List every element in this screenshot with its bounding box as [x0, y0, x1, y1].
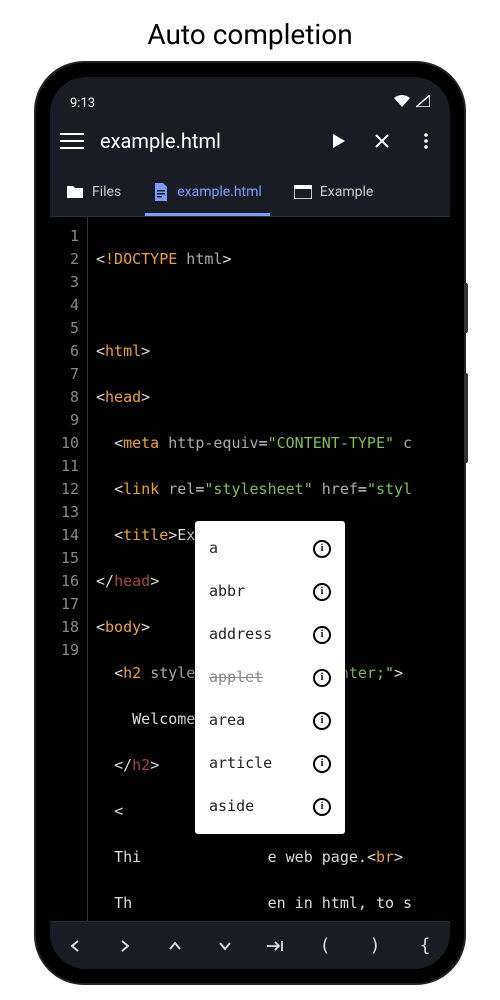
info-icon[interactable]: i — [313, 798, 331, 816]
clock: 9:13 — [70, 96, 95, 111]
line-number: 9 — [50, 409, 79, 432]
tab-key-icon[interactable] — [253, 924, 297, 968]
autocomplete-label: area — [209, 709, 245, 732]
tab-example-html[interactable]: example.html — [137, 167, 278, 216]
run-button[interactable] — [324, 127, 352, 155]
tab-files[interactable]: Files — [50, 167, 137, 216]
page-heading: Auto completion — [0, 0, 500, 63]
autocomplete-item[interactable]: abbr i — [195, 570, 345, 613]
autocomplete-item[interactable]: aside i — [195, 785, 345, 828]
status-bar: 9:13 — [50, 77, 450, 115]
line-number: 17 — [50, 593, 79, 616]
line-number: 7 — [50, 363, 79, 386]
phone-side-button — [464, 283, 468, 333]
screen: 9:13 example.html — [50, 77, 450, 969]
autocomplete-label: article — [209, 752, 272, 775]
tab-example-preview[interactable]: Example — [278, 167, 389, 216]
signal-icon — [416, 95, 430, 111]
info-icon[interactable]: i — [313, 755, 331, 773]
autocomplete-item[interactable]: address i — [195, 613, 345, 656]
code-editor[interactable]: 12345678910111213141516171819 <!DOCTYPE … — [50, 217, 450, 921]
line-number: 4 — [50, 294, 79, 317]
info-icon[interactable]: i — [313, 669, 331, 687]
info-icon[interactable]: i — [313, 583, 331, 601]
wifi-icon — [394, 95, 410, 111]
line-number: 3 — [50, 271, 79, 294]
line-number: 10 — [50, 432, 79, 455]
line-number: 5 — [50, 317, 79, 340]
tab-label: Example — [320, 184, 373, 200]
line-number: 2 — [50, 248, 79, 271]
line-number: 15 — [50, 547, 79, 570]
info-icon[interactable]: i — [313, 626, 331, 644]
bottom-toolbar: (){ — [50, 921, 450, 969]
toolbar-key[interactable]: ) — [353, 924, 397, 968]
tab-label: Files — [92, 184, 121, 200]
overflow-menu-button[interactable] — [412, 127, 440, 155]
chevron-up-icon[interactable] — [153, 924, 197, 968]
autocomplete-item[interactable]: article i — [195, 742, 345, 785]
chevron-left-icon[interactable] — [53, 924, 97, 968]
folder-icon — [66, 184, 84, 200]
phone-frame: 9:13 example.html — [36, 63, 464, 983]
line-number: 19 — [50, 639, 79, 662]
autocomplete-label: abbr — [209, 580, 245, 603]
file-icon — [153, 183, 169, 201]
autocomplete-label: applet — [209, 666, 263, 689]
app-bar: example.html — [50, 115, 450, 167]
tab-label: example.html — [177, 184, 262, 200]
line-number: 16 — [50, 570, 79, 593]
info-icon[interactable]: i — [313, 540, 331, 558]
close-button[interactable] — [368, 127, 396, 155]
autocomplete-item[interactable]: ai — [195, 527, 345, 570]
toolbar-key[interactable]: ( — [303, 924, 347, 968]
appbar-title: example.html — [100, 129, 308, 153]
chevron-right-icon[interactable] — [103, 924, 147, 968]
line-gutter: 12345678910111213141516171819 — [50, 217, 88, 921]
line-number: 6 — [50, 340, 79, 363]
tab-bar: Files example.html Example — [50, 167, 450, 217]
autocomplete-label: address — [209, 623, 272, 646]
line-number: 8 — [50, 386, 79, 409]
line-number: 12 — [50, 478, 79, 501]
autocomplete-label: a — [209, 537, 218, 560]
autocomplete-label: aside — [209, 795, 254, 818]
line-number: 13 — [50, 501, 79, 524]
line-number: 1 — [50, 225, 79, 248]
menu-button[interactable] — [60, 133, 84, 149]
autocomplete-item[interactable]: applet i — [195, 656, 345, 699]
chevron-down-icon[interactable] — [203, 924, 247, 968]
line-number: 11 — [50, 455, 79, 478]
line-number: 14 — [50, 524, 79, 547]
phone-side-button — [464, 373, 468, 463]
web-icon — [294, 185, 312, 199]
line-number: 18 — [50, 616, 79, 639]
info-icon[interactable]: i — [313, 712, 331, 730]
autocomplete-popup: aiabbriaddressiappletiareaiarticleiaside… — [195, 521, 345, 834]
toolbar-key[interactable]: { — [403, 924, 447, 968]
autocomplete-item[interactable]: area i — [195, 699, 345, 742]
